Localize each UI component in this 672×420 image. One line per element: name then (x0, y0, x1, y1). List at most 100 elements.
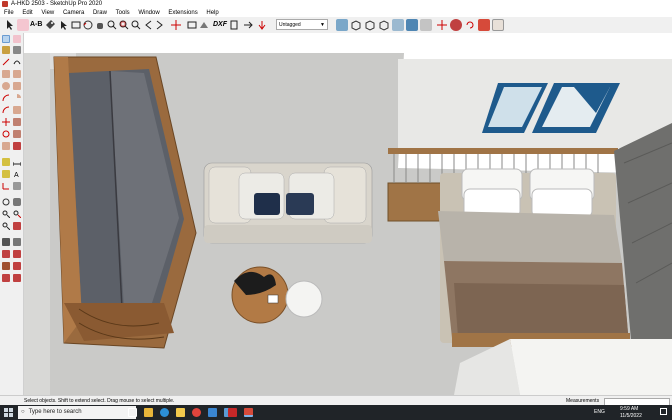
notification-icon[interactable] (660, 408, 667, 415)
zoom-extents-icon[interactable] (130, 19, 142, 31)
clock-date[interactable]: 11/5/2022 (620, 413, 642, 419)
lookaround-icon[interactable] (13, 238, 21, 246)
move-icon[interactable] (170, 19, 182, 31)
section-plane-icon[interactable] (2, 250, 10, 258)
orbit-icon[interactable] (2, 198, 10, 206)
style-wireframe-icon[interactable] (364, 19, 376, 31)
extension-icon[interactable] (492, 19, 504, 31)
svg-text:A: A (14, 172, 19, 178)
menu-extensions[interactable]: Extensions (168, 9, 197, 17)
dxf-label[interactable]: DXF (213, 20, 227, 30)
zoom-window-icon[interactable] (118, 19, 130, 31)
polygon-icon[interactable] (13, 82, 21, 90)
menu-view[interactable]: View (41, 9, 54, 17)
pan-icon[interactable] (94, 19, 106, 31)
tag-dropdown[interactable]: Untagged ▼ (276, 19, 328, 30)
select-arrow-icon[interactable] (4, 19, 16, 31)
arrow-right-icon[interactable] (242, 19, 254, 31)
menu-edit[interactable]: Edit (22, 9, 32, 17)
menu-file[interactable]: File (4, 9, 14, 17)
style-textured-icon[interactable] (406, 19, 418, 31)
clock-time[interactable]: 9:59 AM (620, 406, 638, 412)
zoom-icon[interactable] (2, 210, 11, 219)
style-backedges-icon[interactable] (350, 19, 362, 31)
layout-icon[interactable] (13, 274, 21, 282)
zoom-window-icon[interactable] (13, 210, 22, 219)
acrobat-icon[interactable] (228, 408, 237, 417)
sandbox-icon[interactable] (2, 262, 10, 270)
warehouse-icon[interactable] (13, 262, 21, 270)
menu-help[interactable]: Help (206, 9, 218, 17)
style-xray-icon[interactable] (336, 19, 348, 31)
task-view-icon[interactable] (128, 408, 137, 417)
followme-icon[interactable] (13, 130, 21, 138)
component-icon[interactable] (13, 46, 21, 54)
pushpull-tool-icon[interactable] (13, 118, 21, 126)
chrome-icon[interactable] (192, 408, 201, 417)
rotated-rectangle-icon[interactable] (13, 70, 21, 78)
windows-start-icon[interactable] (4, 408, 13, 417)
line-icon[interactable] (2, 58, 10, 66)
circle-icon[interactable] (2, 82, 10, 90)
arc-3pt-icon[interactable] (2, 106, 10, 114)
ab-label[interactable]: A-B (30, 20, 42, 30)
eraser-icon[interactable] (13, 35, 21, 43)
tape-icon[interactable] (2, 158, 10, 166)
file-explorer-icon[interactable] (144, 408, 153, 417)
freehand-icon[interactable] (13, 58, 21, 66)
previous-view-icon[interactable] (142, 19, 154, 31)
zoom-icon[interactable] (106, 19, 118, 31)
select-icon[interactable] (2, 35, 10, 43)
position-camera-icon[interactable] (13, 222, 21, 230)
orbit-icon[interactable] (82, 19, 94, 31)
mail-icon[interactable] (208, 408, 217, 417)
paint-bucket-icon[interactable] (450, 19, 462, 31)
dimension-icon[interactable] (12, 158, 22, 166)
taskbar-search[interactable]: ○ Type here to search (18, 406, 136, 419)
pie-icon[interactable] (13, 94, 21, 102)
menu-camera[interactable]: Camera (63, 9, 84, 17)
arrow-icon[interactable] (58, 19, 70, 31)
menu-draw[interactable]: Draw (93, 9, 107, 17)
push-pull-icon[interactable] (256, 19, 268, 31)
sketchup-taskbar-icon[interactable] (244, 408, 253, 417)
rectangle-icon[interactable] (70, 19, 82, 31)
pushpull-icon[interactable] (13, 106, 21, 114)
menu-window[interactable]: Window (138, 9, 159, 17)
export-icon[interactable] (228, 19, 240, 31)
pan-icon[interactable] (13, 198, 21, 206)
model-viewport[interactable] (24, 33, 672, 395)
zoom-extents-icon[interactable] (2, 222, 11, 231)
paint-icon[interactable] (2, 46, 10, 54)
walk-icon[interactable] (2, 238, 10, 246)
extension-warehouse-icon[interactable] (2, 274, 10, 282)
section-fill-icon[interactable] (13, 250, 21, 258)
style-monochrome-icon[interactable] (420, 19, 432, 31)
rotate-icon[interactable] (2, 130, 10, 138)
edge-icon[interactable] (160, 408, 169, 417)
rotate-icon[interactable] (464, 19, 476, 31)
next-view-icon[interactable] (154, 19, 166, 31)
main-toolbar: A-B DXF Untagged ▼ (0, 17, 672, 34)
eraser-icon[interactable] (17, 19, 29, 31)
style-hidden-line-icon[interactable] (378, 19, 390, 31)
scale-icon[interactable] (2, 142, 10, 150)
rectangle-icon[interactable] (2, 70, 10, 78)
axes-icon[interactable] (2, 182, 10, 190)
rectangle-tool-icon[interactable] (186, 19, 198, 31)
3dtext-icon[interactable] (13, 182, 21, 190)
move-icon[interactable] (2, 118, 10, 126)
lang-indicator[interactable]: ENG (594, 409, 605, 415)
menu-tools[interactable]: Tools (116, 9, 130, 17)
section-icon[interactable] (198, 19, 210, 31)
component-icon[interactable] (436, 19, 448, 31)
style-shaded-icon[interactable] (392, 19, 404, 31)
warehouse-icon[interactable] (478, 19, 490, 31)
text-icon[interactable]: A (13, 170, 21, 179)
offset-icon[interactable] (13, 142, 21, 150)
menu-bar: File Edit View Camera Draw Tools Window … (0, 9, 672, 17)
arc-icon[interactable] (2, 94, 10, 102)
tag-icon[interactable] (44, 19, 56, 31)
explorer-icon[interactable] (176, 408, 185, 417)
protractor-icon[interactable] (2, 170, 10, 178)
